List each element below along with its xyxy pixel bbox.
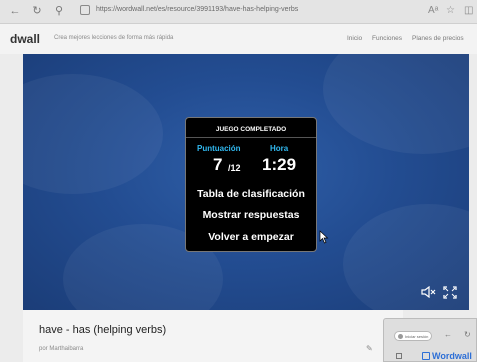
score-total: /12 bbox=[228, 163, 241, 173]
score-value: 7 bbox=[213, 155, 223, 174]
favorite-star-icon[interactable]: ☆ bbox=[446, 5, 455, 16]
read-aloud-icon[interactable]: Aᵃ bbox=[428, 5, 438, 16]
wordwall-logo-icon bbox=[422, 352, 430, 360]
thumbnail-logo: Wordwall bbox=[432, 351, 472, 361]
mute-icon[interactable] bbox=[421, 286, 437, 298]
back-icon[interactable]: ← bbox=[8, 4, 22, 18]
panel-title: JUEGO COMPLETADO bbox=[215, 126, 287, 133]
reload-icon[interactable]: ↻ bbox=[464, 330, 471, 339]
back-icon[interactable]: ← bbox=[444, 330, 452, 339]
activity-info: have - has (helping verbs) por Marthaiba… bbox=[23, 310, 403, 362]
nav-planes[interactable]: Planes de precios bbox=[412, 35, 464, 42]
activity-author[interactable]: por Marthaibarra bbox=[39, 346, 83, 352]
fullscreen-icon[interactable] bbox=[443, 286, 457, 299]
time-label: Hora bbox=[270, 144, 289, 153]
site-info-icon[interactable] bbox=[80, 5, 90, 15]
mouse-cursor-icon bbox=[319, 230, 329, 244]
split-screen-icon[interactable]: ◫ bbox=[464, 5, 473, 16]
site-tagline: Crea mejores lecciones de forma más rápi… bbox=[54, 35, 174, 41]
time-value: 1:29 bbox=[262, 155, 297, 174]
restart-button[interactable]: Volver a empezar bbox=[186, 231, 316, 243]
signin-pill[interactable]: Iniciar sesión bbox=[394, 331, 432, 341]
browser-toolbar: ← ↻ ⚲ https://wordwall.net/es/resource/3… bbox=[0, 0, 477, 24]
background-cloud bbox=[23, 74, 163, 194]
game-complete-panel: JUEGO COMPLETADO Puntuación Hora 7 /12 1… bbox=[185, 117, 317, 252]
edit-pencil-icon[interactable]: ✎ bbox=[366, 344, 373, 353]
avatar-icon bbox=[398, 334, 403, 339]
show-answers-button[interactable]: Mostrar respuestas bbox=[186, 209, 316, 221]
site-logo[interactable]: dwall bbox=[10, 32, 40, 46]
reload-icon[interactable]: ↻ bbox=[30, 4, 44, 18]
panel-divider bbox=[186, 137, 316, 138]
game-area[interactable]: JUEGO COMPLETADO Puntuación Hora 7 /12 1… bbox=[23, 54, 469, 310]
search-icon[interactable]: ⚲ bbox=[52, 4, 66, 18]
site-header: dwall Crea mejores lecciones de forma má… bbox=[0, 24, 477, 54]
activity-title: have - has (helping verbs) bbox=[39, 324, 167, 336]
background-cloud bbox=[323, 54, 469, 154]
signin-pill-label: Iniciar sesión bbox=[405, 334, 429, 339]
score-label: Puntuación bbox=[197, 144, 241, 153]
nav-inicio[interactable]: Inicio bbox=[347, 35, 362, 42]
overlay-window-thumbnail[interactable]: Iniciar sesión ← ↻ Wordwall bbox=[383, 318, 477, 362]
tab-icon bbox=[396, 353, 402, 359]
address-bar[interactable]: https://wordwall.net/es/resource/3991193… bbox=[96, 6, 298, 13]
leaderboard-button[interactable]: Tabla de clasificación bbox=[186, 188, 316, 200]
nav-funciones[interactable]: Funciones bbox=[372, 35, 402, 42]
screen: ← ↻ ⚲ https://wordwall.net/es/resource/3… bbox=[0, 0, 477, 362]
